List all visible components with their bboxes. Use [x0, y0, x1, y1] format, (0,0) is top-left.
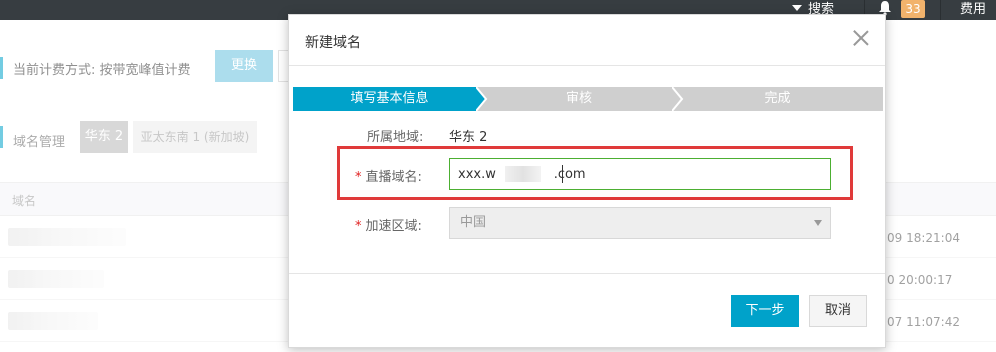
dialog-title: 新建域名 — [305, 35, 361, 51]
new-domain-dialog: 新建域名 填写基本信息 审核 完成 所属地域: 华东 2 *直播域名: *加速区… — [288, 14, 886, 348]
step-fill-basic-info: 填写基本信息 — [293, 87, 486, 111]
step-label: 完成 — [764, 91, 791, 106]
domain-field-label: * 直播域名: — [355, 166, 422, 185]
divider — [289, 273, 885, 274]
region-value: 华东 2 — [449, 130, 488, 145]
required-marker: * — [355, 219, 362, 234]
step-indicator: 填写基本信息 审核 完成 — [293, 87, 883, 111]
step-label: 填写基本信息 — [350, 91, 429, 106]
step-review: 审核 — [476, 87, 682, 111]
fee-menu[interactable]: 费用 — [960, 0, 986, 20]
step-label: 审核 — [565, 91, 592, 106]
step-complete: 完成 — [672, 87, 883, 111]
required-marker: * — [355, 170, 362, 185]
accel-region-select[interactable]: 中国 — [449, 207, 831, 239]
notification-count-badge[interactable]: 33 — [901, 0, 925, 18]
next-step-button[interactable]: 下一步 — [731, 295, 799, 327]
divider — [289, 65, 885, 66]
select-value: 中国 — [460, 215, 487, 230]
region-label: 所属地域: — [367, 130, 424, 145]
accel-label-text: 加速区域: — [365, 219, 422, 234]
redacted-text — [505, 166, 541, 182]
caret-down-icon — [792, 5, 802, 11]
text-cursor — [562, 165, 563, 183]
dropdown-arrow-icon — [814, 220, 822, 226]
domain-label-text: 直播域名: — [365, 170, 422, 185]
accel-region-field-label: * 加速区域: — [355, 215, 422, 234]
divider — [940, 0, 941, 20]
close-icon[interactable] — [851, 28, 871, 48]
cancel-button[interactable]: 取消 — [809, 295, 867, 327]
